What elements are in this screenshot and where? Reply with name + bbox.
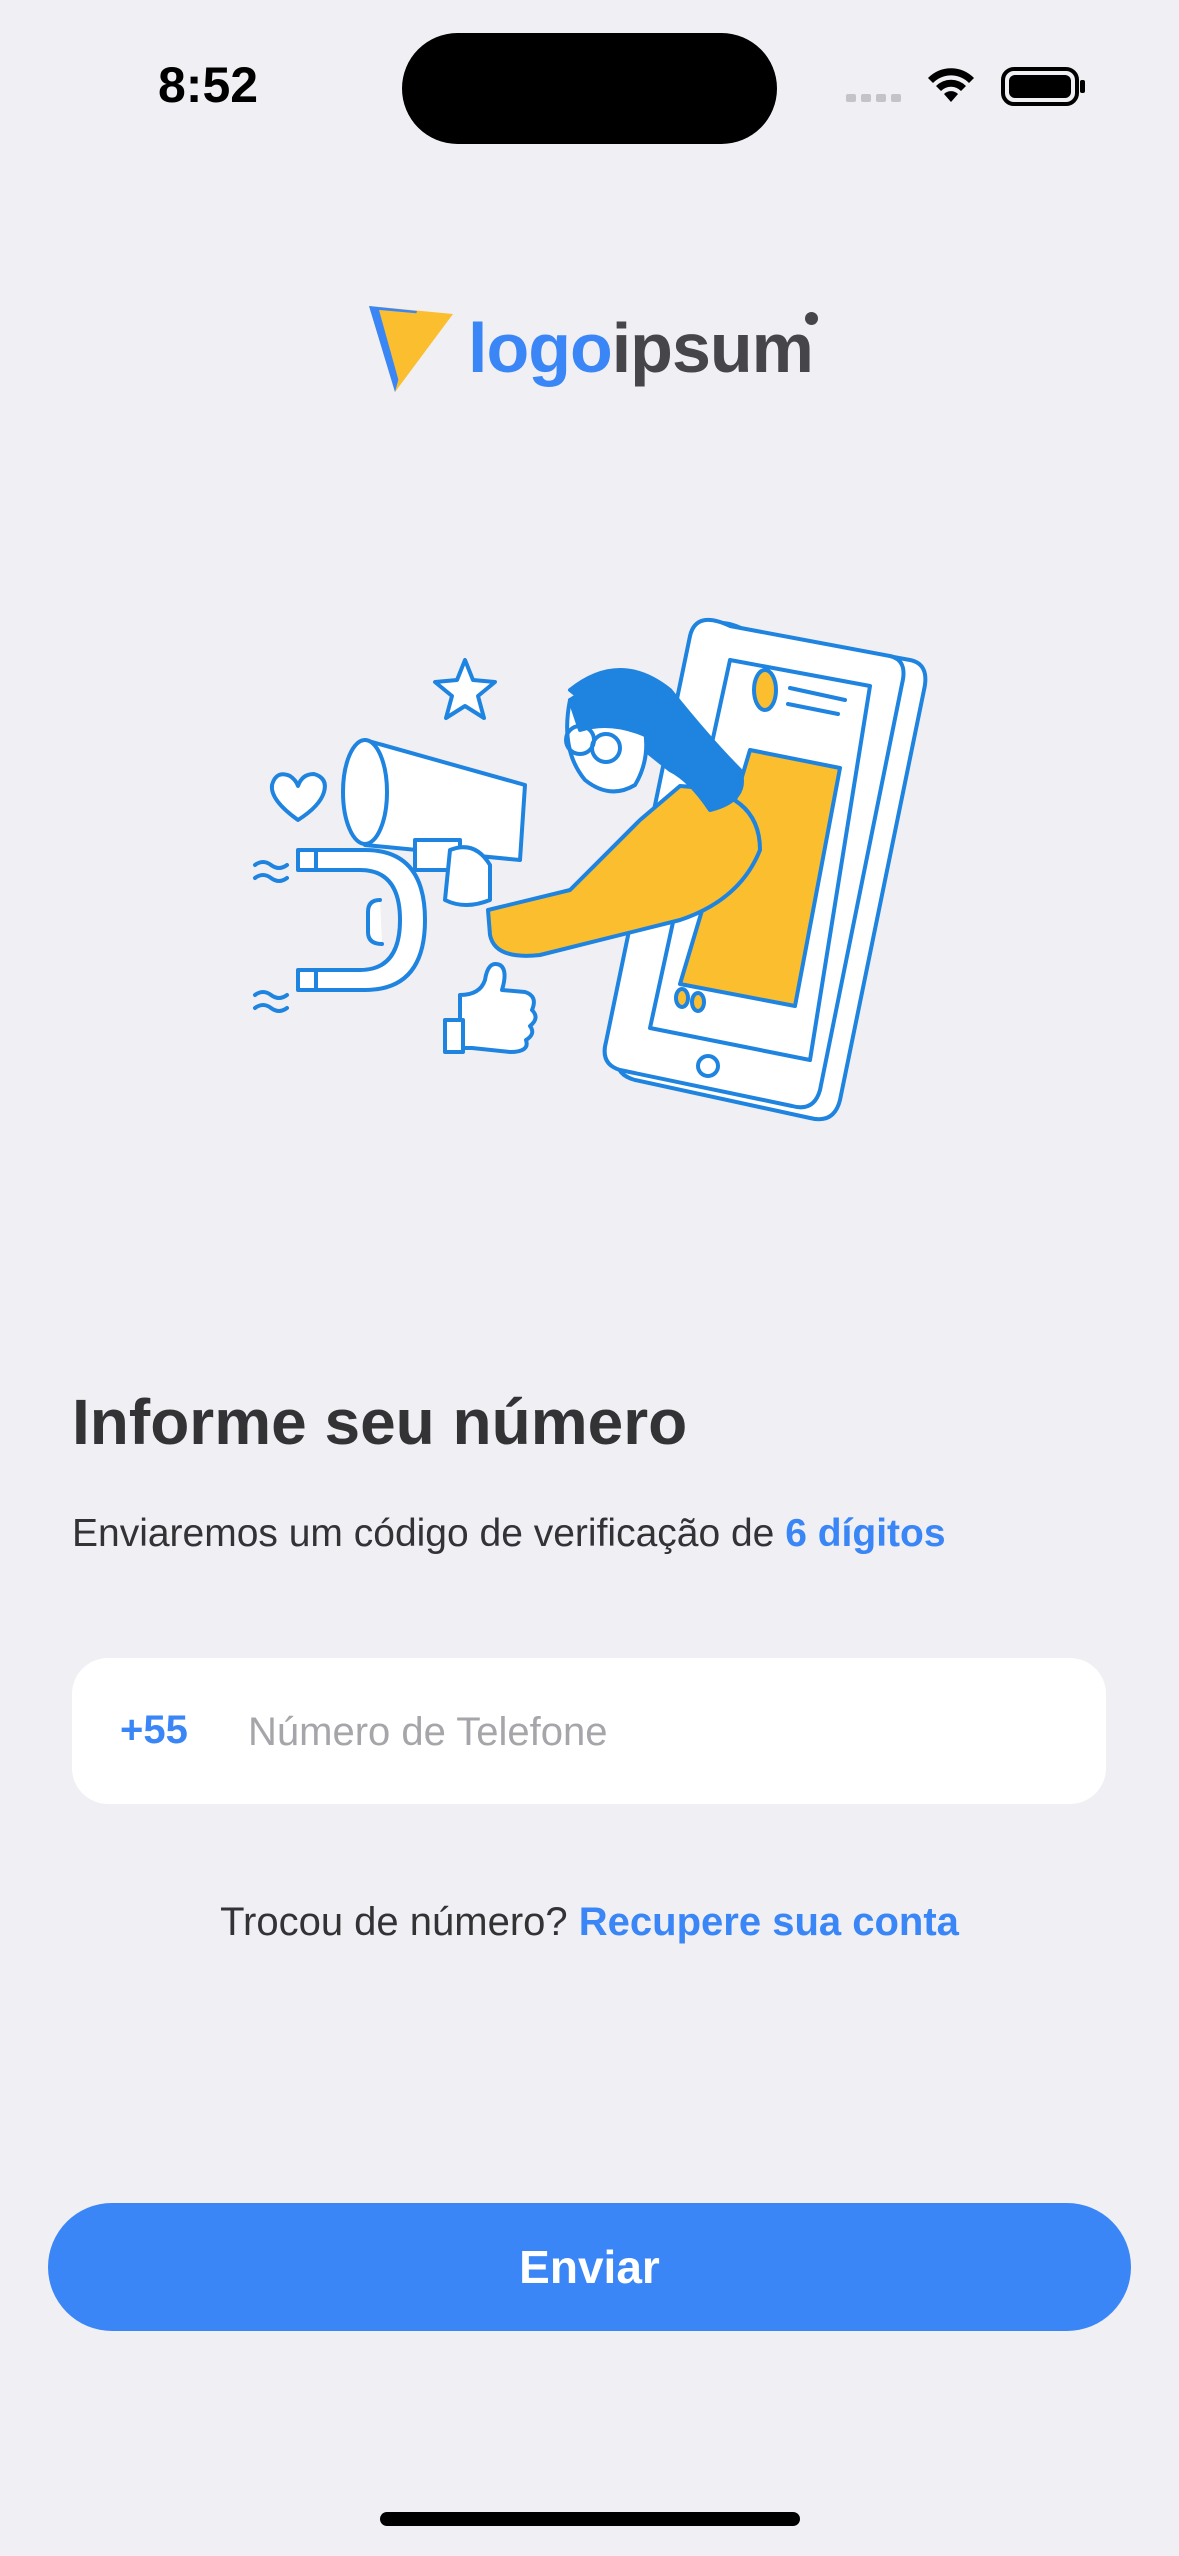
heart-illustration — [269, 772, 327, 822]
page-subtitle: Enviaremos um código de verificação de 6… — [72, 1512, 946, 1555]
recover-account-link[interactable]: Recupere sua conta — [579, 1900, 959, 1944]
logo-dot — [805, 312, 818, 325]
status-time: 8:52 — [158, 57, 259, 113]
country-code[interactable]: +55 — [120, 1708, 188, 1753]
page-title: Informe seu número — [72, 1386, 688, 1458]
dynamic-island — [402, 33, 777, 144]
status-icons — [840, 62, 1090, 112]
app-logo: logoipsum — [365, 298, 825, 398]
recover-row: Trocou de número? Recupere sua conta — [0, 1900, 1179, 1945]
submit-button[interactable]: Enviar — [48, 2203, 1131, 2331]
home-indicator — [380, 2512, 800, 2526]
logo-mark-icon — [369, 306, 453, 392]
magnet-illustration — [253, 848, 427, 1013]
star-illustration — [433, 658, 497, 720]
phone-input[interactable] — [246, 1688, 1050, 1776]
phone-field[interactable]: +55 — [72, 1658, 1106, 1804]
signal-icon — [846, 94, 901, 102]
battery-icon — [1001, 67, 1085, 106]
logo-wordmark: logoipsum — [468, 309, 814, 387]
hero-illustration — [240, 600, 940, 1140]
recover-prompt: Trocou de número? — [220, 1900, 579, 1944]
megaphone-illustration — [341, 738, 527, 907]
digit-count-highlight: 6 dígitos — [785, 1512, 946, 1555]
thumbs-up-illustration — [458, 962, 538, 1054]
wifi-icon — [928, 68, 974, 102]
